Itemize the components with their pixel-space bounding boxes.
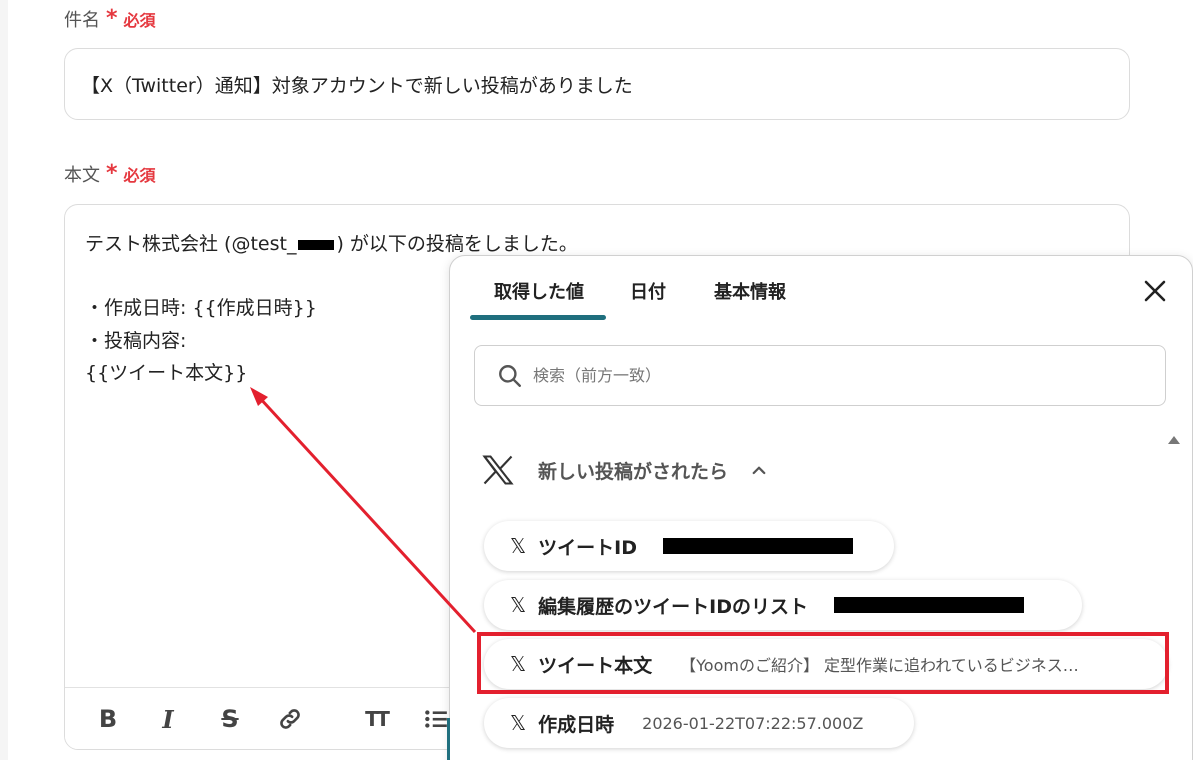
redaction: [833, 597, 1024, 613]
body-line-4: {{ツイート本文}}: [85, 362, 248, 384]
group-header[interactable]: 新しい投稿がされたら: [480, 452, 768, 488]
close-icon: [1144, 280, 1166, 302]
italic-button[interactable]: I: [151, 702, 185, 736]
item-name: ツイートID: [538, 536, 637, 559]
group-title: 新しい投稿がされたら: [538, 460, 729, 483]
x-icon: 𝕏: [510, 593, 527, 617]
subject-label: 件名 * 必須: [64, 6, 156, 32]
x-logo-icon: [482, 455, 514, 485]
redaction: [662, 538, 853, 554]
search-icon: [499, 364, 521, 387]
body-label-text: 本文: [64, 165, 100, 186]
subject-label-text: 件名: [64, 10, 100, 31]
item-name: ツイート本文: [538, 654, 653, 677]
item-name: 作成日時: [538, 713, 615, 736]
x-icon: 𝕏: [510, 652, 527, 676]
body-line-3: ・投稿内容:: [85, 330, 187, 352]
active-tab-indicator: [470, 315, 606, 320]
search-input[interactable]: [533, 366, 1113, 385]
search-box: [474, 345, 1166, 406]
redaction: [298, 239, 335, 250]
subject-value: 【X（Twitter）通知】対象アカウントで新しい投稿がありました: [81, 74, 633, 97]
strikethrough-button[interactable]: S: [213, 702, 247, 736]
scroll-up-arrow[interactable]: [1168, 436, 1180, 444]
item-name: 編集履歴のツイートIDのリスト: [538, 595, 808, 618]
value-picker-popup: 取得した値 日付 基本情報 新しい投稿がされたら 𝕏 ツイートID 𝕏 編集履歴…: [449, 255, 1193, 760]
value-item-tweet-id[interactable]: 𝕏 ツイートID: [484, 521, 894, 571]
item-value: 2026-01-22T07:22:57.000Z: [642, 713, 864, 733]
x-icon: 𝕏: [510, 534, 527, 558]
chevron-up-icon: [752, 466, 766, 475]
tab-basic-info[interactable]: 基本情報: [714, 278, 786, 304]
value-item-edit-history[interactable]: 𝕏 編集履歴のツイートIDのリスト: [484, 580, 1082, 630]
required-text: 必須: [123, 166, 156, 185]
body-line-1: テスト株式会社 (@test_ ) が以下の投稿をしました。: [85, 229, 578, 256]
body-line-1-suffix: ) が以下の投稿をしました。: [336, 233, 578, 255]
link-icon: [280, 709, 300, 729]
list-icon: [425, 710, 447, 728]
required-asterisk: *: [106, 161, 118, 186]
tab-date[interactable]: 日付: [630, 278, 666, 304]
required-asterisk: *: [106, 6, 118, 31]
body-line-1-prefix: テスト株式会社 (@test_: [85, 233, 297, 255]
body-label: 本文 * 必須: [64, 161, 156, 187]
x-icon: 𝕏: [510, 711, 527, 735]
popup-accent-edge: [447, 718, 450, 760]
tab-acquired-values[interactable]: 取得した値: [494, 278, 584, 304]
item-value: 【Yoomのご紹介】 定型作業に追われているビジネス…: [680, 656, 1079, 675]
heading-button[interactable]: TT: [359, 702, 393, 736]
subject-input[interactable]: 【X（Twitter）通知】対象アカウントで新しい投稿がありました: [64, 48, 1130, 120]
link-button[interactable]: [273, 702, 307, 736]
close-button[interactable]: [1138, 274, 1172, 308]
value-item-created-at[interactable]: 𝕏 作成日時 2026-01-22T07:22:57.000Z: [484, 698, 914, 748]
required-text: 必須: [123, 11, 156, 30]
value-item-tweet-text[interactable]: 𝕏 ツイート本文 【Yoomのご紹介】 定型作業に追われているビジネス…: [484, 639, 1168, 689]
bold-button[interactable]: B: [91, 702, 125, 736]
body-line-2: ・作成日時: {{作成日時}}: [85, 297, 317, 319]
